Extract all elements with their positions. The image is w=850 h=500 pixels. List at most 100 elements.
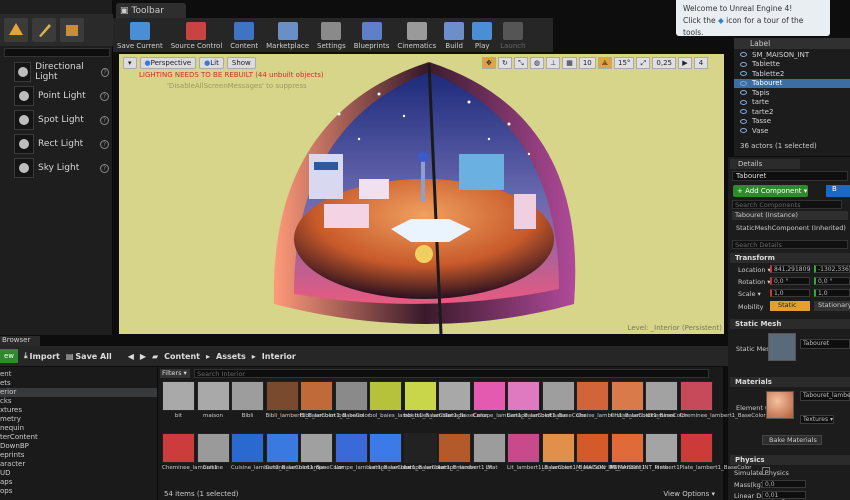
- light-item[interactable]: Sky Light?: [0, 156, 113, 180]
- translate-tool-icon[interactable]: ✥: [481, 57, 496, 69]
- surface-snap-icon[interactable]: ⊥: [546, 57, 561, 69]
- transform-section[interactable]: Transform: [730, 253, 850, 263]
- filters-button[interactable]: Filters ▾: [160, 369, 190, 378]
- asset-tile[interactable]: Chaise_lambert1_BaseColor: [610, 381, 687, 433]
- outliner-row[interactable]: tarte2: [734, 107, 850, 117]
- help-icon[interactable]: ?: [100, 91, 109, 101]
- asset-tile[interactable]: Cuisine_lambert1_BaseColor: [231, 433, 309, 485]
- asset-tile[interactable]: Chaise_lambert1_BaseColor: [576, 381, 653, 433]
- search-components-input[interactable]: Search Components: [732, 200, 842, 209]
- outliner-row[interactable]: SM_MAISON_INT: [734, 50, 850, 60]
- grid-snap-value[interactable]: 10: [578, 57, 596, 69]
- component-row[interactable]: StaticMeshComponent (Inherited): [736, 224, 846, 232]
- outliner-row[interactable]: Vase: [734, 126, 850, 136]
- light-item[interactable]: Rect Light?: [0, 132, 113, 156]
- asset-tile[interactable]: M_MAISON_INT_lambert1: [576, 433, 645, 485]
- camera-speed-value[interactable]: 4: [694, 57, 708, 69]
- asset-tile[interactable]: bol_baies_lambert1_BaseColor: [369, 381, 453, 433]
- details-tab[interactable]: Details: [730, 159, 800, 169]
- visibility-eye-icon[interactable]: [740, 90, 747, 96]
- place-mode-icon[interactable]: [4, 18, 28, 42]
- static-mesh-thumbnail[interactable]: [768, 333, 796, 361]
- asset-tile[interactable]: Lampe_lambert1_BaseColor: [369, 433, 446, 485]
- asset-tile[interactable]: Canape: [438, 381, 471, 433]
- breadcrumb-interior[interactable]: Interior: [262, 352, 296, 361]
- scale-snap-value[interactable]: 0,25: [652, 57, 676, 69]
- materials-section[interactable]: Materials: [730, 377, 850, 387]
- visibility-eye-icon[interactable]: [740, 109, 747, 115]
- scale-tool-icon[interactable]: ⤡: [513, 57, 528, 69]
- source-control-button[interactable]: Source Control: [167, 18, 227, 52]
- asset-tile[interactable]: Canape_lambert1_BaseColor: [472, 381, 552, 433]
- static-mesh-section[interactable]: Static Mesh: [730, 319, 850, 329]
- static-mesh-field[interactable]: Tabouret: [800, 339, 850, 349]
- breadcrumb-content[interactable]: Content: [164, 352, 200, 361]
- outliner-row[interactable]: Tabouret: [734, 78, 850, 88]
- launch-button[interactable]: Launch: [496, 18, 529, 52]
- location-label[interactable]: Location ▾: [738, 266, 771, 274]
- content-browser-tab[interactable]: Browser: [0, 336, 40, 346]
- view-options-button[interactable]: View Options ▾: [663, 490, 715, 498]
- asset-tile[interactable]: Cheminee: [645, 381, 678, 433]
- visibility-eye-icon[interactable]: [740, 61, 747, 67]
- perspective-button[interactable]: ● Perspective: [139, 57, 197, 69]
- bake-materials-button[interactable]: Bake Materials: [762, 435, 822, 445]
- modes-search-input[interactable]: [4, 48, 110, 57]
- forward-arrow-icon[interactable]: ▶: [140, 352, 146, 361]
- asset-tile[interactable]: M_MAISON_INT_lambert1: [610, 433, 680, 485]
- level-viewport[interactable]: ▾ ● Perspective ● Lit Show ✥ ↻ ⤡ ◍ ⊥ ▦ 1…: [119, 54, 724, 334]
- world-local-icon[interactable]: ◍: [529, 57, 545, 69]
- settings-button[interactable]: Settings: [313, 18, 350, 52]
- location-x-field[interactable]: 841,291809: [770, 265, 810, 273]
- folder-tree-item[interactable]: ops: [0, 487, 157, 496]
- mobility-stationary-button[interactable]: Stationary: [814, 301, 850, 311]
- cinematics-button[interactable]: Cinematics: [393, 18, 440, 52]
- instance-row[interactable]: Tabouret (Instance): [732, 211, 848, 220]
- asset-tile[interactable]: Lampe_lambert1_BaseColor: [334, 433, 411, 485]
- tutorial-notice[interactable]: Welcome to Unreal Engine 4! Click the ◆ …: [676, 0, 830, 37]
- asset-tile[interactable]: Bibli_lambert1_BaseColor: [300, 381, 370, 433]
- physics-section[interactable]: Physics: [730, 455, 850, 465]
- light-item[interactable]: Directional Light?: [0, 60, 113, 84]
- simulate-physics-checkbox[interactable]: [762, 467, 770, 475]
- asset-tile[interactable]: Lit_lambert1_BaseColor_Mat: [541, 433, 620, 485]
- tutorial-icon[interactable]: ◆: [718, 16, 724, 25]
- blueprint-button[interactable]: B: [826, 185, 850, 197]
- asset-tile[interactable]: bit: [162, 381, 195, 433]
- asset-tile[interactable]: Plate_lambert1_BaseColor: [679, 433, 752, 485]
- asset-tile[interactable]: Lampe_lambert1_Mat: [438, 433, 498, 485]
- folder-tree-item[interactable]: eprints: [0, 451, 157, 460]
- visibility-eye-icon[interactable]: [740, 52, 747, 58]
- play-button[interactable]: Play: [468, 18, 496, 52]
- back-arrow-icon[interactable]: ◀: [128, 352, 134, 361]
- visibility-eye-icon[interactable]: [740, 80, 747, 86]
- asset-tile[interactable]: Lit_lambert1_BaseColor: [507, 433, 572, 485]
- folder-tree-item[interactable]: DownBP: [0, 442, 157, 451]
- asset-tile[interactable]: Lit: [472, 433, 506, 485]
- visibility-eye-icon[interactable]: [740, 99, 747, 105]
- viewport-menu-button[interactable]: ▾: [123, 57, 137, 69]
- rotation-snap-value[interactable]: 15°: [613, 57, 635, 69]
- folder-tree-item[interactable]: metry: [0, 415, 157, 424]
- folder-tree-item[interactable]: UD: [0, 469, 157, 478]
- outliner-row[interactable]: Tasse: [734, 117, 850, 127]
- help-icon[interactable]: ?: [100, 163, 109, 173]
- location-y-field[interactable]: -1302,33675: [814, 265, 850, 273]
- scale-y-field[interactable]: 1,0: [814, 289, 850, 297]
- outliner-label-column[interactable]: Label: [734, 38, 850, 49]
- scale-x-field[interactable]: 1,0: [770, 289, 810, 297]
- scale-label[interactable]: Scale ▾: [738, 290, 761, 298]
- asset-tile[interactable]: Lampe_lambert1_Emissive: [403, 433, 477, 485]
- breadcrumb-assets[interactable]: Assets: [216, 352, 246, 361]
- help-icon[interactable]: ?: [101, 67, 110, 77]
- paint-mode-icon[interactable]: [32, 18, 56, 42]
- material-field[interactable]: Tabouret_lambert1: [800, 391, 850, 401]
- folder-tree-item[interactable]: aps: [0, 478, 157, 487]
- add-new-button[interactable]: ew: [0, 349, 18, 363]
- asset-tile[interactable]: Chaise: [541, 381, 575, 433]
- mass-field[interactable]: 0,0: [762, 480, 806, 488]
- grid-snap-icon[interactable]: ▦: [562, 57, 577, 69]
- visibility-eye-icon[interactable]: [740, 71, 747, 77]
- scale-snap-icon[interactable]: ⤢: [636, 57, 651, 69]
- help-icon[interactable]: ?: [100, 139, 109, 149]
